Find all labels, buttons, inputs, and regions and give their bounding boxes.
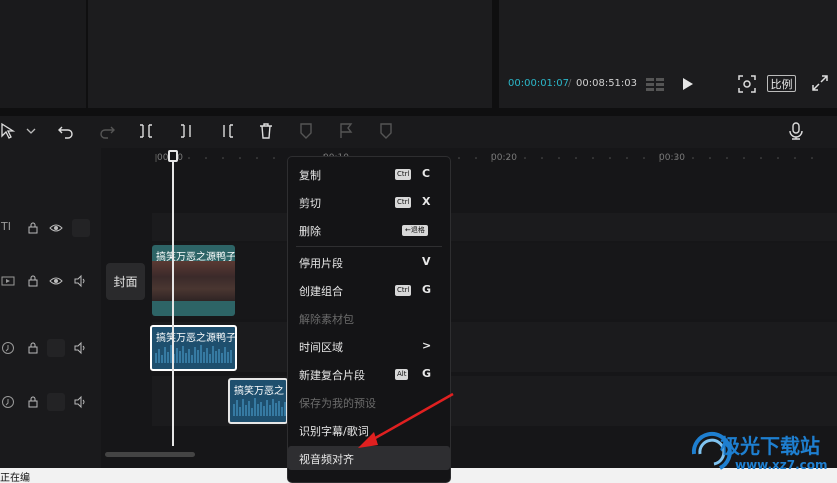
audio-track-icon: [2, 396, 14, 408]
menu-item-ungroup-material: 解除素材包: [288, 306, 450, 330]
shortcut-key: X: [422, 195, 431, 208]
track-extra-button[interactable]: [47, 339, 65, 357]
modifier-key: Ctrl: [395, 169, 412, 180]
select-tool-icon[interactable]: [0, 121, 18, 141]
menu-item-av-align[interactable]: 视音频对齐: [288, 446, 450, 470]
timeline-toolbar: [0, 116, 837, 148]
grid-view-icon[interactable]: [645, 76, 665, 92]
undo-icon[interactable]: [57, 121, 75, 141]
lock-icon[interactable]: [26, 221, 40, 235]
ratio-button[interactable]: 比例: [767, 75, 796, 92]
menu-separator: [296, 246, 442, 247]
watermark-url: www.xz7.com: [735, 458, 828, 472]
video-clip[interactable]: 搞笑万恶之源鸭子: [152, 245, 235, 316]
menu-item-label: 保存为我的预设: [299, 397, 376, 410]
speaker-icon[interactable]: [73, 274, 87, 288]
redo-icon[interactable]: [98, 121, 116, 141]
ruler-label-20: 00:20: [491, 153, 517, 163]
audio-clip2-title: 搞笑万恶之: [234, 386, 284, 397]
cover-button[interactable]: 封面: [106, 263, 145, 300]
menu-item-label: 解除素材包: [299, 313, 354, 326]
modifier-key: Alt: [395, 369, 409, 380]
menu-item-label: 删除: [299, 225, 321, 238]
audio-clip-selected[interactable]: 搞笑万恶之源鸭子: [150, 325, 237, 371]
shortcut-key: G: [422, 367, 432, 380]
audio-lane-1: [152, 322, 837, 372]
menu-item-label: 创建组合: [299, 285, 343, 298]
speaker-icon[interactable]: [73, 395, 87, 409]
menu-item-label: 新建复合片段: [299, 369, 365, 382]
waveform: [155, 345, 232, 363]
split-left-icon[interactable]: [178, 121, 196, 141]
menu-item-disable-clip[interactable]: 停用片段 V: [288, 250, 450, 274]
split-icon[interactable]: [137, 121, 155, 141]
text-track-icon: TI: [1, 220, 11, 233]
bottom-status-text: 正在编: [0, 473, 30, 483]
total-timecode: 00:08:51:03: [576, 78, 638, 89]
timecode-separator: /: [568, 78, 572, 89]
split-right-icon[interactable]: [218, 121, 236, 141]
video-track-header: [0, 271, 101, 291]
fullscreen-icon[interactable]: [812, 75, 828, 91]
flag-icon[interactable]: [337, 121, 355, 141]
play-icon[interactable]: [682, 77, 694, 91]
playhead-handle[interactable]: [168, 150, 178, 162]
menu-item-label: 时间区域: [299, 341, 343, 354]
shortcut-key: G: [422, 283, 432, 296]
menu-item-label: 停用片段: [299, 257, 343, 270]
waveform: [233, 398, 286, 416]
menu-item-new-compound-clip[interactable]: 新建复合片段 Alt G: [288, 362, 450, 386]
lock-icon[interactable]: [26, 341, 40, 355]
modifier-key: Ctrl: [395, 197, 412, 208]
text-track-header: TI: [0, 218, 101, 238]
preview-list-panel: [88, 0, 492, 108]
menu-item-label: 视音频对齐: [299, 453, 354, 466]
modifier-key: Ctrl: [395, 285, 412, 296]
playhead-line[interactable]: [172, 150, 174, 446]
track-headers: [0, 148, 101, 468]
shortcut-key: C: [422, 167, 431, 180]
audio-clip-2[interactable]: 搞笑万恶之: [228, 378, 288, 424]
chevron-down-icon[interactable]: [22, 121, 36, 141]
audio-track1-header: [0, 338, 101, 358]
audio-track2-header: [0, 392, 101, 412]
current-timecode: 00:00:01:07: [508, 78, 570, 89]
menu-item-delete[interactable]: 删除 ←退格: [288, 218, 450, 242]
video-track-icon: [1, 276, 15, 286]
lock-icon[interactable]: [26, 274, 40, 288]
freeze-frame-icon[interactable]: [297, 121, 315, 141]
menu-item-time-range[interactable]: 时间区域 >: [288, 334, 450, 358]
video-lane: [152, 243, 837, 319]
backspace-key: ←退格: [402, 225, 428, 236]
audio-clip-title: 搞笑万恶之源鸭子: [156, 333, 236, 344]
lock-icon[interactable]: [26, 395, 40, 409]
menu-item-label: 复制: [299, 169, 321, 182]
media-panel: [0, 0, 86, 108]
delete-icon[interactable]: [257, 121, 275, 141]
submenu-arrow-icon: >: [422, 339, 432, 352]
horizontal-scrollbar[interactable]: [105, 452, 195, 457]
menu-item-label: 剪切: [299, 197, 321, 210]
menu-item-cut[interactable]: 剪切 Ctrl X: [288, 190, 450, 214]
eye-icon[interactable]: [49, 221, 63, 235]
fit-frame-icon[interactable]: [738, 75, 756, 93]
ruler-label-30: 00:30: [659, 153, 685, 163]
track-extra-button[interactable]: [47, 393, 65, 411]
menu-item-label: 识别字幕/歌词: [299, 425, 369, 438]
audio-track-icon: [2, 342, 14, 354]
text-lane: [152, 213, 837, 241]
marker-icon[interactable]: [377, 121, 395, 141]
menu-item-recognize-subtitles[interactable]: 识别字幕/歌词: [288, 418, 450, 442]
speaker-icon[interactable]: [73, 341, 87, 355]
shortcut-key: V: [422, 255, 431, 268]
eye-icon[interactable]: [49, 274, 63, 288]
menu-item-create-group[interactable]: 创建组合 Ctrl G: [288, 278, 450, 302]
track-extra-button[interactable]: [72, 219, 90, 237]
menu-item-save-preset: 保存为我的预设: [288, 390, 450, 414]
microphone-icon[interactable]: [787, 121, 805, 141]
watermark-brand: 极光下载站: [720, 434, 820, 458]
video-thumbnail: [152, 261, 235, 301]
menu-item-copy[interactable]: 复制 Ctrl C: [288, 162, 450, 186]
